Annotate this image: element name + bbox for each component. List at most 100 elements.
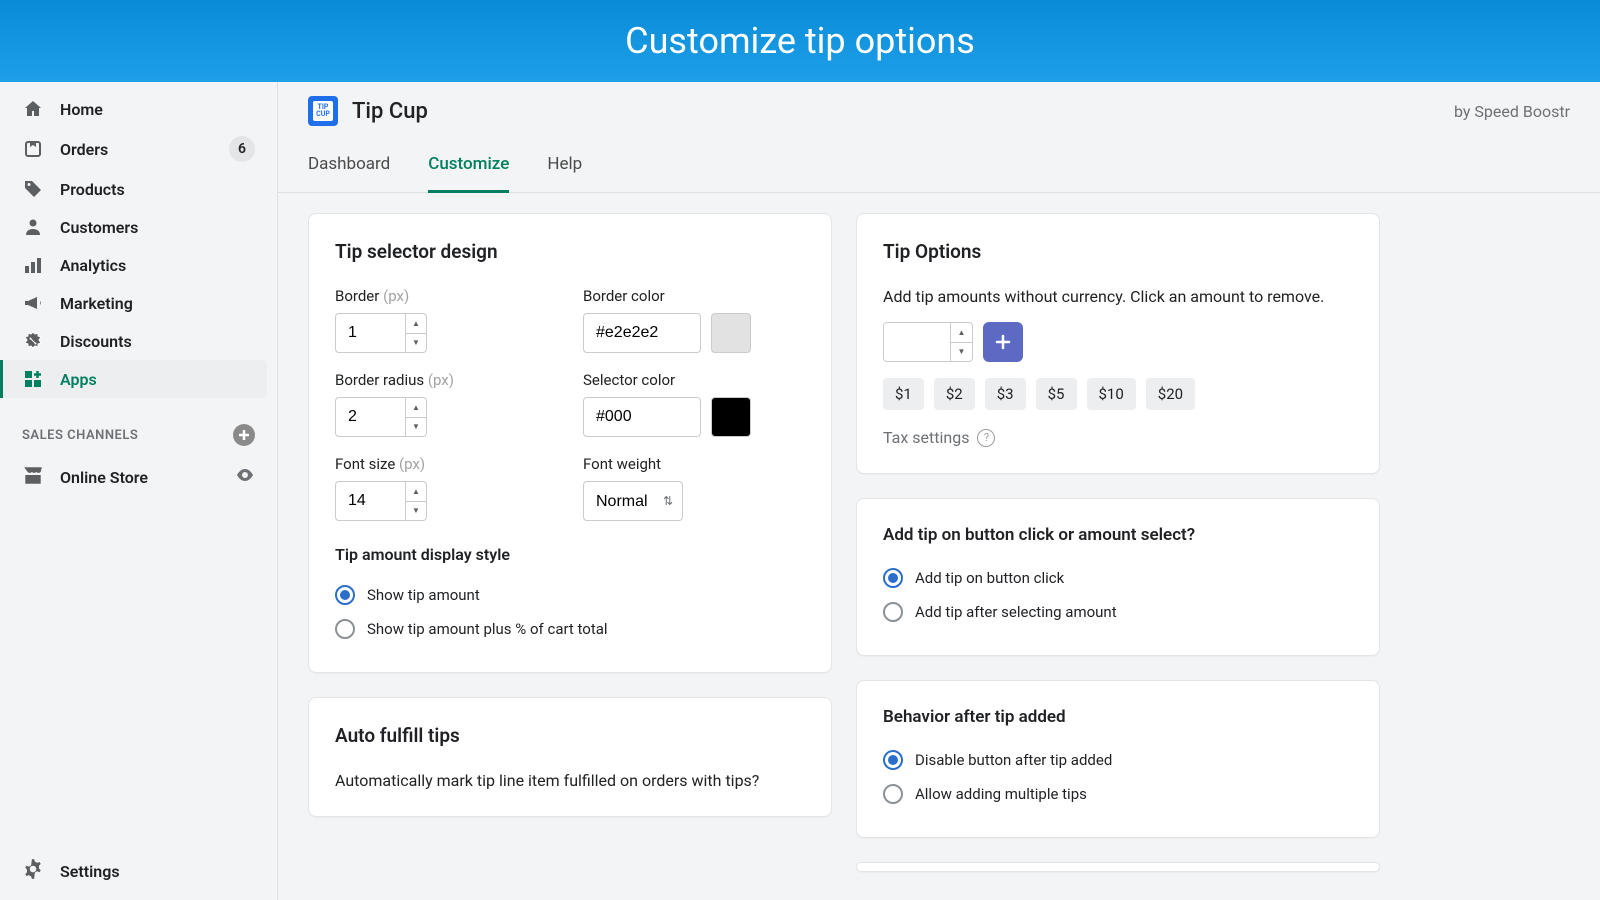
tab-customize[interactable]: Customize <box>428 140 509 193</box>
sidebar-item-settings[interactable]: Settings <box>0 842 277 900</box>
tip-chip[interactable]: $2 <box>934 378 975 410</box>
sidebar-item-label: Analytics <box>60 256 126 275</box>
person-icon <box>22 216 44 238</box>
eye-icon[interactable] <box>235 465 255 489</box>
sidebar-item-apps[interactable]: Apps <box>0 360 267 398</box>
options-helper: Add tip amounts without currency. Click … <box>883 287 1353 306</box>
add-channel-button[interactable] <box>233 424 255 446</box>
font-size-stepper[interactable]: ▲▼ <box>405 481 427 521</box>
gear-icon <box>22 858 44 884</box>
sidebar-item-home[interactable]: Home <box>10 90 267 128</box>
card-title: Tip Options <box>883 240 1353 263</box>
banner-title: Customize tip options <box>625 20 975 62</box>
app-header: TIP CUP Tip Cup by Speed Boostr <box>278 82 1600 140</box>
help-icon: ? <box>977 429 995 447</box>
border-input[interactable] <box>335 313 405 353</box>
radio-icon <box>883 750 903 770</box>
card-behavior: Behavior after tip added Disable button … <box>856 680 1380 838</box>
sidebar-item-label: Apps <box>60 370 97 389</box>
card-add-trigger: Add tip on button click or amount select… <box>856 498 1380 656</box>
channel-online-store[interactable]: Online Store <box>0 456 277 498</box>
radio-label: Add tip after selecting amount <box>915 603 1117 621</box>
apps-icon <box>22 368 44 390</box>
sidebar-item-marketing[interactable]: Marketing <box>10 284 267 322</box>
radio-icon <box>883 568 903 588</box>
radio-icon <box>335 619 355 639</box>
radio-label: Show tip amount plus % of cart total <box>367 620 608 638</box>
card-title: Auto fulfill tips <box>335 724 805 747</box>
font-size-input[interactable] <box>335 481 405 521</box>
border-color-swatch[interactable] <box>711 313 751 353</box>
radio-icon <box>335 585 355 605</box>
radius-stepper[interactable]: ▲▼ <box>405 397 427 437</box>
sidebar-item-orders[interactable]: Orders 6 <box>10 128 267 170</box>
radio-icon <box>883 602 903 622</box>
border-stepper[interactable]: ▲▼ <box>405 313 427 353</box>
radio-show-amount-percent[interactable]: Show tip amount plus % of cart total <box>335 612 805 646</box>
card-title: Tip selector design <box>335 240 805 263</box>
app-logo-icon: TIP CUP <box>308 96 338 126</box>
radio-allow-multiple[interactable]: Allow adding multiple tips <box>883 777 1353 811</box>
bars-icon <box>22 254 44 276</box>
sidebar-item-label: Marketing <box>60 294 133 313</box>
selector-color-swatch[interactable] <box>711 397 751 437</box>
border-color-input[interactable] <box>583 313 701 353</box>
settings-label: Settings <box>60 862 120 881</box>
sidebar-item-customers[interactable]: Customers <box>10 208 267 246</box>
radio-add-on-select[interactable]: Add tip after selecting amount <box>883 595 1353 629</box>
card-tip-selector-design: Tip selector design Border (px) ▲▼ Borde… <box>308 213 832 673</box>
sidebar-item-label: Orders <box>60 140 108 159</box>
radio-label: Disable button after tip added <box>915 751 1112 769</box>
field-border-radius: Border radius (px) ▲▼ <box>335 371 557 437</box>
radio-label: Add tip on button click <box>915 569 1064 587</box>
home-icon <box>22 98 44 120</box>
sidebar: Home Orders 6 Products Customers Analyti… <box>0 82 278 900</box>
card-placeholder <box>856 862 1380 872</box>
sidebar-item-analytics[interactable]: Analytics <box>10 246 267 284</box>
tip-chip[interactable]: $20 <box>1146 378 1195 410</box>
font-weight-select[interactable]: Normal <box>583 481 683 521</box>
add-tip-button[interactable] <box>983 322 1023 362</box>
tax-settings-link[interactable]: Tax settings ? <box>883 428 1353 447</box>
radio-add-on-click[interactable]: Add tip on button click <box>883 561 1353 595</box>
tab-help[interactable]: Help <box>547 140 582 192</box>
tip-chip[interactable]: $3 <box>985 378 1026 410</box>
tip-chips: $1 $2 $3 $5 $10 $20 <box>883 378 1353 410</box>
radio-label: Allow adding multiple tips <box>915 785 1087 803</box>
radio-disable-after[interactable]: Disable button after tip added <box>883 743 1353 777</box>
field-selector-color: Selector color <box>583 371 805 437</box>
display-style-heading: Tip amount display style <box>335 545 805 564</box>
radio-icon <box>883 784 903 804</box>
radius-input[interactable] <box>335 397 405 437</box>
selector-color-input[interactable] <box>583 397 701 437</box>
main-content: TIP CUP Tip Cup by Speed Boostr Dashboar… <box>278 82 1600 900</box>
sidebar-section-channels: SALES CHANNELS <box>0 398 277 456</box>
sidebar-item-products[interactable]: Products <box>10 170 267 208</box>
sidebar-item-discounts[interactable]: Discounts <box>10 322 267 360</box>
page-banner: Customize tip options <box>0 0 1600 82</box>
orders-icon <box>22 138 44 160</box>
fulfill-desc: Automatically mark tip line item fulfill… <box>335 771 805 790</box>
field-font-size: Font size (px) ▲▼ <box>335 455 557 521</box>
tip-chip[interactable]: $10 <box>1087 378 1136 410</box>
section-label: SALES CHANNELS <box>22 428 138 443</box>
card-tip-options: Tip Options Add tip amounts without curr… <box>856 213 1380 474</box>
card-title: Behavior after tip added <box>883 707 1353 727</box>
sidebar-item-label: Products <box>60 180 125 199</box>
tip-amount-stepper[interactable]: ▲▼ <box>950 323 972 361</box>
channel-label: Online Store <box>60 468 148 487</box>
tab-dashboard[interactable]: Dashboard <box>308 140 390 192</box>
tip-amount-input[interactable] <box>884 323 950 361</box>
tip-chip[interactable]: $5 <box>1036 378 1077 410</box>
tip-chip[interactable]: $1 <box>883 378 924 410</box>
radio-label: Show tip amount <box>367 586 480 604</box>
field-border: Border (px) ▲▼ <box>335 287 557 353</box>
orders-badge: 6 <box>229 136 255 162</box>
field-font-weight: Font weight Normal <box>583 455 805 521</box>
card-auto-fulfill: Auto fulfill tips Automatically mark tip… <box>308 697 832 817</box>
tag-icon <box>22 178 44 200</box>
app-byline: by Speed Boostr <box>1454 102 1570 121</box>
sidebar-item-label: Customers <box>60 218 138 237</box>
app-title: Tip Cup <box>352 99 1440 124</box>
radio-show-amount[interactable]: Show tip amount <box>335 578 805 612</box>
